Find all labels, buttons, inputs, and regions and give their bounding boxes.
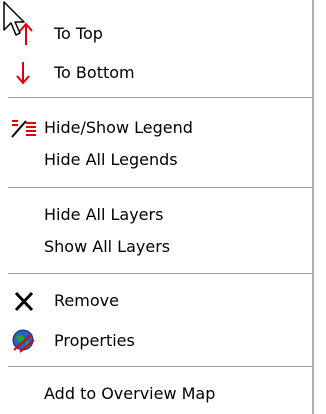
menu-item-remove[interactable]: Remove	[0, 284, 312, 318]
menu-item-label: Add to Overview Map	[44, 384, 216, 403]
menu-item-to-bottom[interactable]: To Bottom	[0, 56, 312, 90]
menu-item-label: Hide All Layers	[44, 205, 164, 224]
menu-item-label: To Top	[54, 24, 103, 43]
context-menu: To Top To Bottom Hide/Show Legend Hide A…	[0, 0, 314, 414]
menu-item-label: Remove	[54, 291, 119, 310]
menu-item-label: Hide/Show Legend	[44, 118, 193, 137]
menu-item-label: To Bottom	[54, 63, 135, 82]
legend-icon	[10, 115, 38, 141]
menu-item-label: Properties	[54, 331, 135, 350]
up-arrow-icon	[10, 21, 38, 47]
menu-item-hide-all-layers[interactable]: Hide All Layers	[0, 198, 312, 232]
menu-item-label: Hide All Legends	[44, 150, 178, 169]
menu-item-hide-show-legend[interactable]: Hide/Show Legend	[0, 111, 312, 145]
menu-separator	[8, 273, 312, 274]
menu-separator	[8, 187, 312, 188]
menu-item-label: Show All Layers	[44, 237, 171, 256]
menu-item-properties[interactable]: Properties	[0, 324, 312, 358]
menu-separator	[8, 366, 312, 367]
menu-item-to-top[interactable]: To Top	[0, 17, 312, 51]
menu-item-hide-all-legends[interactable]: Hide All Legends	[0, 143, 312, 177]
menu-item-show-all-layers[interactable]: Show All Layers	[0, 230, 312, 264]
menu-separator	[8, 97, 312, 98]
menu-item-add-to-overview-map[interactable]: Add to Overview Map	[0, 377, 312, 411]
remove-x-icon	[10, 288, 38, 314]
properties-globe-icon	[10, 328, 38, 354]
down-arrow-icon	[10, 60, 38, 86]
